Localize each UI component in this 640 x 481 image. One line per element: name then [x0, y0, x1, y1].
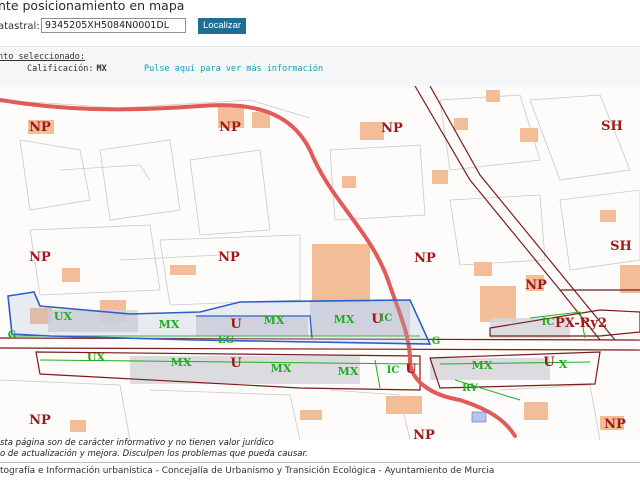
zone-label: U: [230, 356, 242, 371]
urban-map[interactable]: NP NP NP SH SH NP NP NP NP PX-Ry2 UX MX U MX MX U IC IC EG…: [0, 86, 640, 440]
footer: tografía e Información urbanística - Con…: [0, 462, 640, 481]
zone-label: MX: [264, 314, 285, 327]
zone-label: PX-Ry2: [555, 316, 607, 331]
zone-label: MX: [159, 318, 180, 331]
zone-label: MX: [472, 359, 493, 372]
map-canvas[interactable]: NP NP NP SHSHNP NP NPNPPX-Ry2UXMX U MX MX UIC ICEG…: [0, 86, 640, 440]
zone-label: G: [8, 330, 17, 341]
zone-label: NP: [29, 250, 51, 265]
zone-label: NP: [604, 417, 626, 432]
catastral-label: atastral:: [0, 21, 40, 32]
blue-marker: [471, 411, 487, 423]
zone-label: NP: [29, 413, 51, 428]
zone-label: NP: [414, 251, 436, 266]
zone-label: IC: [380, 313, 393, 324]
localizar-button[interactable]: Localizar: [198, 18, 247, 34]
zone-label: U: [543, 355, 555, 370]
selected-element-title: nto seleccionado:: [0, 52, 85, 62]
zone-label: U: [405, 362, 417, 377]
zone-label: EG: [218, 335, 234, 346]
calificacion-row: Calificación: MX: [27, 64, 107, 74]
page-title: nte posicionamiento en mapa: [0, 0, 185, 13]
zone-label: MX: [171, 356, 192, 369]
disclaimer-line-1: sta página son de carácter informativo y…: [0, 438, 274, 448]
zone-label: U: [230, 317, 242, 332]
zone-label: X: [559, 358, 568, 371]
zone-label: SH: [610, 239, 632, 254]
zone-label: RV: [462, 383, 478, 394]
catastral-input[interactable]: [41, 18, 186, 33]
zone-label: NP: [218, 250, 240, 265]
zone-label: UX: [87, 351, 106, 364]
zone-label: NP: [381, 121, 403, 136]
calificacion-label: Calificación:: [27, 64, 94, 74]
zone-label: MX: [338, 365, 359, 378]
calificacion-value: MX: [96, 64, 107, 74]
disclaimer: sta página son de carácter informativo y…: [0, 438, 640, 460]
more-info-link[interactable]: Pulse aquí para ver más información: [144, 64, 323, 74]
zone-label: NP: [29, 120, 51, 135]
selection-info-panel: nto seleccionado: Calificación: MX Pulse …: [0, 46, 640, 88]
search-header: nte posicionamiento en mapa atastral: Lo…: [0, 0, 640, 46]
zone-label: IC: [387, 365, 400, 376]
disclaimer-line-2: o de actualización y mejora. Disculpen l…: [0, 449, 308, 459]
zone-label: SH: [601, 119, 623, 134]
zone-label: IC: [542, 317, 555, 328]
zone-label: UX: [54, 310, 73, 323]
zone-label: MX: [271, 362, 292, 375]
zone-label: NP: [525, 278, 547, 293]
zone-label: MX: [334, 313, 355, 326]
zone-label: G: [432, 336, 441, 347]
zone-label: NP: [219, 120, 241, 135]
